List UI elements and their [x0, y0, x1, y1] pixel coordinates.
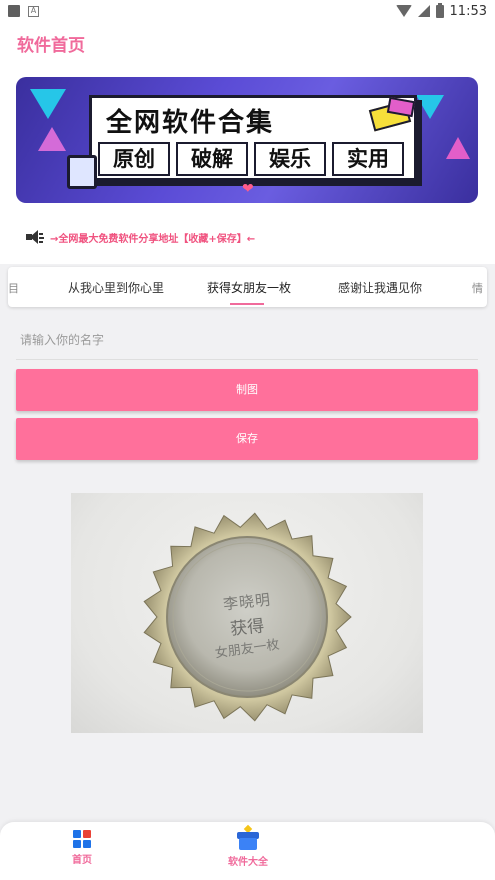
nav-home-label: 首页 [72, 855, 92, 866]
draw-button[interactable]: 制图 [16, 369, 478, 411]
tab-partial-left[interactable]: 目 [8, 280, 19, 296]
tab-get-girlfriend[interactable]: 获得女朋友一枚 [207, 279, 291, 296]
bottom-nav: 首页 软件大全 [0, 822, 495, 880]
a-icon: A [28, 5, 39, 17]
page-title: 软件首页 [17, 36, 85, 56]
notice-bar[interactable]: →全网最大免费软件分享地址【收藏+保存】← [26, 229, 255, 245]
name-input[interactable] [16, 320, 478, 360]
banner-tag: 原创 [98, 142, 170, 176]
promo-banner[interactable]: 全网软件合集 原创 破解 娱乐 实用 ❤ [16, 77, 478, 203]
tab-active-indicator [230, 303, 264, 305]
template-tabs: 目 从我心里到你心里 获得女朋友一枚 感谢让我遇见你 情 [8, 267, 487, 307]
decorative-triangle [446, 137, 470, 159]
save-button[interactable]: 保存 [16, 418, 478, 460]
nav-software-all[interactable]: 软件大全 [218, 824, 278, 868]
banner-tag: 娱乐 [254, 142, 326, 176]
nav-home[interactable]: 首页 [52, 830, 112, 866]
nav-software-all-label: 软件大全 [228, 857, 268, 868]
decorative-triangle [416, 95, 444, 119]
gift-box-icon [237, 824, 259, 850]
signal-icon [417, 5, 430, 17]
heart-icon: ❤ [242, 181, 254, 197]
tablet-icon [67, 155, 97, 189]
banner-heading: 全网软件合集 [106, 108, 275, 138]
home-grid-icon [73, 830, 91, 848]
tab-thanks-meet-you[interactable]: 感谢让我遇见你 [338, 279, 422, 296]
notice-text: →全网最大免费软件分享地址【收藏+保存】← [50, 233, 256, 245]
banner-tag: 破解 [176, 142, 248, 176]
speaker-icon [26, 229, 44, 245]
decorative-triangle [30, 89, 66, 119]
app-header: 软件首页 [0, 22, 495, 64]
status-time: 11:53 [449, 3, 487, 19]
tab-partial-right[interactable]: 情 [472, 280, 483, 296]
wifi-icon [395, 5, 412, 17]
status-bar: A 11:53 [0, 0, 495, 22]
result-image: 李晓明 获得 女朋友一枚 [71, 493, 423, 733]
banner-tags: 原创 破解 娱乐 实用 [98, 142, 404, 176]
battery-icon [435, 2, 444, 18]
status-right-group: 11:53 [395, 2, 487, 19]
decorative-triangle [38, 127, 66, 151]
banner-title-box: 全网软件合集 原创 破解 娱乐 实用 [89, 95, 417, 181]
notification-square-icon [8, 5, 20, 17]
banner-tag: 实用 [332, 142, 404, 176]
tab-heart-to-heart[interactable]: 从我心里到你心里 [68, 279, 164, 296]
